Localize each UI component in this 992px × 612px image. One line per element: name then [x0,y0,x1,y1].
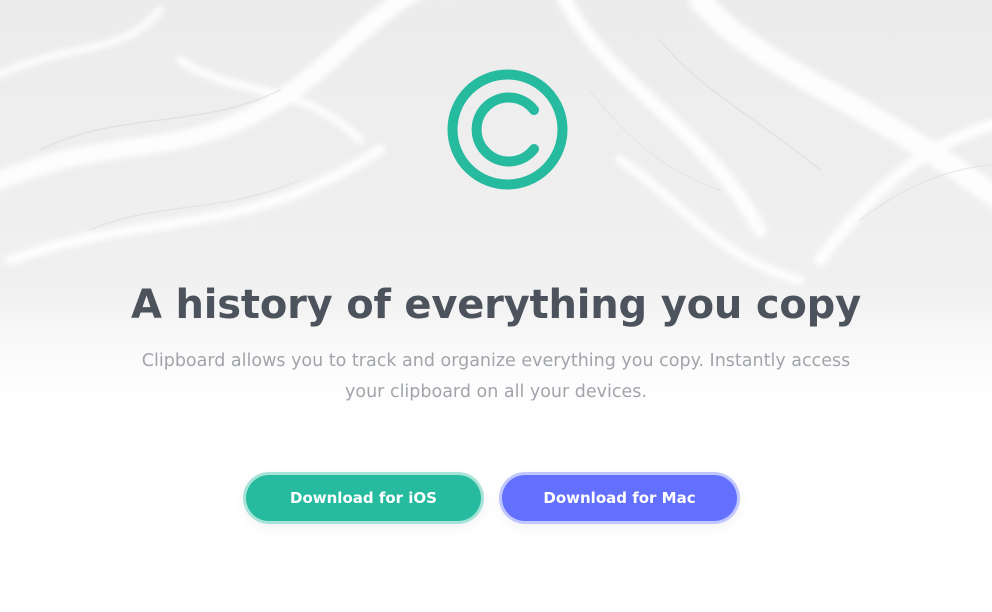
download-ios-button[interactable]: Download for iOS [243,472,484,524]
hero-section: A history of everything you copy Clipboa… [0,0,992,612]
hero-subtitle: Clipboard allows you to track and organi… [141,351,851,402]
hero-title: A history of everything you copy [131,282,861,328]
copyright-icon [445,67,570,192]
download-mac-button[interactable]: Download for Mac [499,472,740,524]
